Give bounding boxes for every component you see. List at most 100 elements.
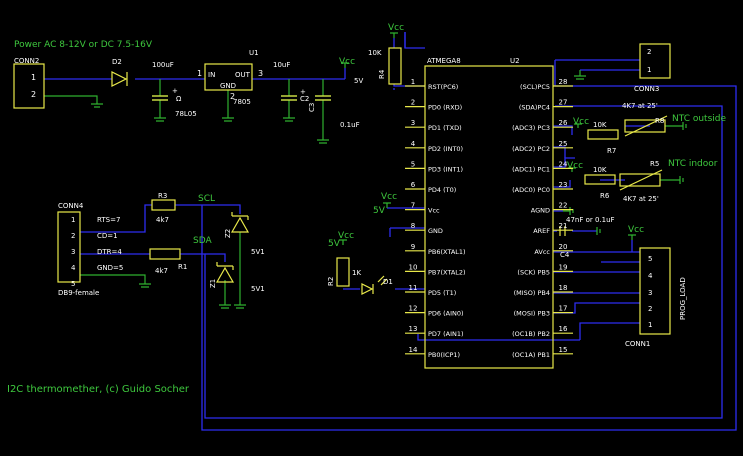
- u2-label: U2: [510, 57, 520, 65]
- c3-label: C3: [308, 103, 316, 112]
- conn3-box: [639, 43, 671, 79]
- ic-pin-number-right: 25: [559, 140, 568, 148]
- r6-label: R6: [600, 192, 610, 200]
- ic-pin-number-left: 2: [411, 99, 415, 107]
- ic-pin-number-left: 3: [411, 119, 415, 127]
- ic-pin-name-right: (OC1B) PB2: [512, 330, 550, 338]
- reg-in-label: IN: [208, 71, 215, 79]
- ic-pin-number-left: 11: [409, 284, 418, 292]
- ic-pin-name-right: (MOSI) PB3: [514, 310, 550, 318]
- ntc-out-label: NTC outside: [672, 114, 726, 124]
- r1-label: R1: [178, 263, 187, 271]
- vcc-label-2: Vcc: [388, 23, 404, 33]
- ic-pin-number-right: 22: [559, 202, 568, 210]
- sda-label: SDA: [193, 236, 212, 246]
- ic-pin-name-left: PB0(ICP1): [428, 351, 460, 359]
- conn3-pin1: 1: [647, 66, 651, 74]
- ic-name: ATMEGA8: [427, 57, 461, 65]
- ic-pin-number-left: 10: [409, 263, 418, 271]
- cap01-label: 0.1uF: [340, 121, 360, 129]
- cap10-label: 10uF: [273, 61, 290, 69]
- conn1-pin2: 2: [648, 305, 652, 313]
- gnd5-label: GND=5: [97, 264, 123, 272]
- ic-pin-name-right: AVcc: [534, 248, 550, 256]
- ic-pin-name-right: (SCL)PC5: [520, 83, 550, 91]
- ic-pin-number-right: 17: [559, 305, 568, 313]
- title-label: I2C thermomether, (c) Guido Socher: [7, 384, 190, 395]
- ic-pin-number-right: 16: [559, 325, 568, 333]
- conn4-pin5: 5: [71, 280, 75, 288]
- conn4-pin3: 3: [71, 248, 75, 256]
- ic-pin-number-left: 14: [409, 346, 418, 354]
- r6-value: 10K: [593, 166, 607, 174]
- ic-pin-name-left: Vcc: [428, 207, 440, 215]
- labels: Power AC 8-12V or DC 7.5-16V CONN2 1 2 D…: [7, 23, 726, 395]
- conn4-box: [57, 211, 81, 283]
- ic-pin-number-left: 13: [409, 325, 418, 333]
- ic-pin-name-left: PD2 (INT0): [428, 145, 463, 153]
- fivev-label-1: 5V: [354, 77, 363, 85]
- vcc-label-1: Vcc: [339, 57, 355, 67]
- aref-cap-label: 47nF or 0.1uF: [566, 216, 615, 224]
- ic-pin-name-right: (SDA)PC4: [519, 104, 550, 112]
- ic-pin-name-left: PD0 (RXD): [428, 104, 462, 112]
- conn4-pin1: 1: [71, 216, 75, 224]
- ic-pin-name-left: PD4 (T0): [428, 186, 456, 194]
- conn1-label: CONN1: [625, 340, 650, 348]
- conn2-label: CONN2: [14, 57, 39, 65]
- conn1-pin1: 1: [648, 321, 652, 329]
- reg-gnd-label: GND: [220, 82, 236, 90]
- ic-pin-number-right: 18: [559, 284, 568, 292]
- ic-pin-name-left: PB6(XTAL1): [428, 248, 466, 256]
- ic-pin-number-right: 21: [559, 222, 568, 230]
- conn4-label: CONN4: [58, 202, 84, 210]
- r7-label: R7: [607, 147, 616, 155]
- ic-pin-name-right: (ADC1) PC1: [512, 165, 550, 173]
- ic-pin-name-right: (ADC2) PC2: [512, 145, 550, 153]
- conn1-pin3: 3: [648, 289, 652, 297]
- ntc-in-label: NTC indoor: [668, 159, 718, 169]
- ic-pins: 1 RST(PC6) 2 PD0 (RXD) 3 PD1 (TXD) 4 PD2 (INT0)…: [405, 78, 573, 359]
- ic-pin-name-left: PB7(XTAL2): [428, 268, 466, 276]
- r3-value: 4k7: [156, 216, 169, 224]
- vcc-label-avcc: Vcc: [628, 225, 644, 235]
- conn2-box: [13, 63, 45, 109]
- ic-pin-number-left: 1: [411, 78, 415, 86]
- z1-value: 5V1: [251, 285, 265, 293]
- scl-label: SCL: [198, 194, 215, 204]
- ic-pin-number-right: 27: [559, 99, 568, 107]
- reg-part-label: 7805: [233, 98, 251, 106]
- r4-value: 10K: [368, 49, 382, 57]
- conn1-box: [639, 247, 671, 335]
- power-label: Power AC 8-12V or DC 7.5-16V: [14, 40, 153, 50]
- ntc-out-value: 4K7 at 25': [622, 102, 658, 110]
- ic-pin-name-right: (ADC3) PC3: [512, 124, 550, 132]
- ic-pin-number-left: 7: [411, 202, 415, 210]
- r4-label: R4: [378, 69, 386, 79]
- rts-label: RTS=7: [97, 216, 120, 224]
- cd-label: CD=1: [97, 232, 118, 240]
- svg-text:1: 1: [197, 69, 202, 78]
- fivev-label-2: 5V: [373, 206, 386, 216]
- r3-label: R3: [158, 192, 167, 200]
- r1-value: 4k7: [155, 267, 168, 275]
- conn2-pin2: 2: [31, 90, 36, 99]
- ic-pin-name-left: GND: [428, 227, 443, 235]
- conn2-pin1: 1: [31, 73, 36, 82]
- ic-pin-number-left: 8: [411, 222, 415, 230]
- r2-value: 1K: [352, 269, 361, 277]
- ic-pin-name-right: AGND: [531, 207, 550, 215]
- db9-label: DB9-female: [58, 289, 99, 297]
- ic-pin-name-right: (MISO) PB4: [514, 289, 550, 297]
- r2-label: R2: [327, 277, 335, 286]
- vcc-label-r7: Vcc: [573, 117, 589, 127]
- ic-pin-number-left: 12: [409, 305, 418, 313]
- ic-pin-number-right: 19: [559, 263, 568, 271]
- ic-pin-number-left: 9: [411, 243, 415, 251]
- components: [13, 43, 671, 369]
- reg-name-label: 78L05: [175, 110, 197, 118]
- ic-pin-number-left: 5: [411, 160, 415, 168]
- z2-value: 5V1: [251, 248, 265, 256]
- ic-pin-number-right: 26: [559, 119, 568, 127]
- c4-label: C4: [560, 251, 570, 259]
